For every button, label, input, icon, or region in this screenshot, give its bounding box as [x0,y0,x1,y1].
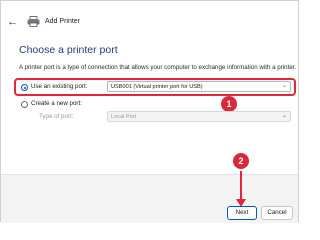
chevron-down-icon: ⌄ [281,83,287,89]
type-of-port-label: Type of port: [39,113,74,120]
page-description: A printer port is a type of connection t… [19,64,297,71]
page-heading: Choose a printer port [19,44,118,56]
next-button[interactable]: Next [227,206,257,220]
annotation-badge-1: 1 [221,96,237,112]
back-arrow-icon[interactable]: ← [7,16,19,28]
use-existing-port-label: Use an existing port: [31,83,88,90]
cancel-button[interactable]: Cancel [261,206,293,220]
type-of-port-value: Local Port [111,114,137,120]
create-new-port-label: Create a new port: [31,100,82,107]
existing-port-value: USB001 (Virtual printer port for USB) [111,84,203,90]
annotation-arrow-icon [236,171,246,207]
use-existing-port-radio[interactable] [21,84,28,91]
chevron-down-icon: ⌄ [281,113,287,119]
existing-port-select[interactable]: USB001 (Virtual printer port for USB) ⌄ [107,81,291,92]
add-printer-window: ← Add Printer Choose a printer port A pr… [0,0,299,223]
printer-icon [27,16,40,27]
annotation-badge-2: 2 [233,153,249,169]
window-title: Add Printer [45,18,81,25]
create-new-port-radio[interactable] [21,101,28,108]
type-of-port-select[interactable]: Local Port ⌄ [107,111,291,122]
title-bar: ← Add Printer [1,1,298,41]
